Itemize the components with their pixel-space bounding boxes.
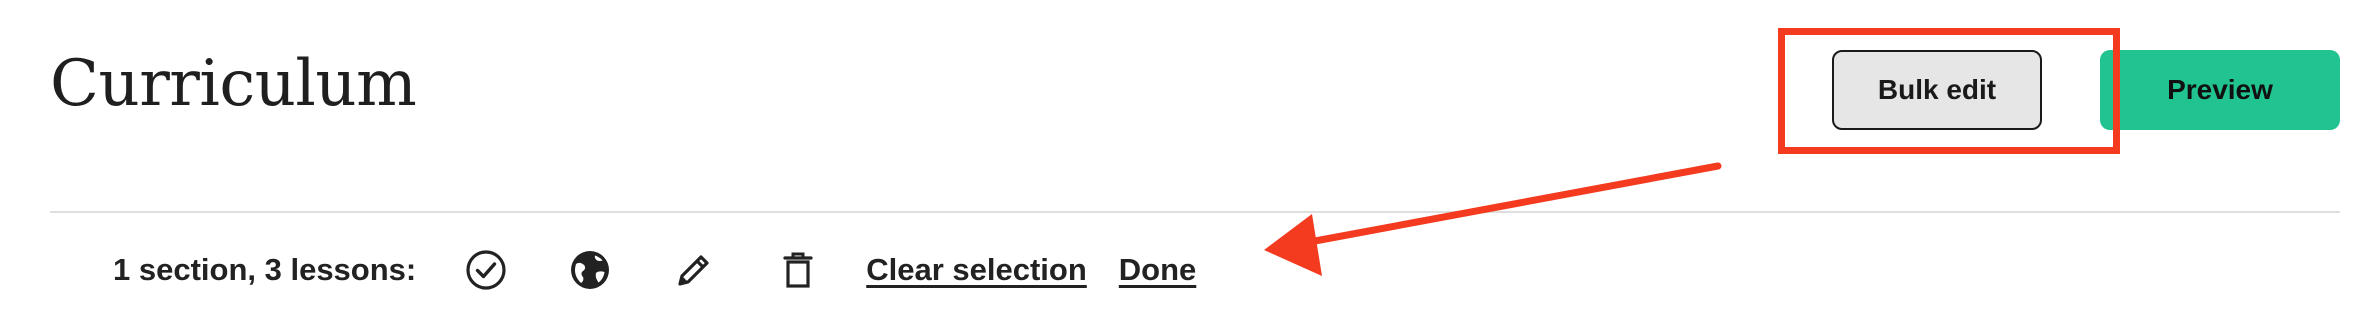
pencil-icon[interactable]: [666, 242, 722, 298]
done-link[interactable]: Done: [1119, 252, 1197, 288]
preview-button[interactable]: Preview: [2100, 50, 2340, 130]
bulk-edit-button[interactable]: Bulk edit: [1832, 50, 2042, 130]
selection-count: 1 section, 3 lessons:: [113, 252, 417, 287]
check-circle-icon[interactable]: [458, 242, 514, 298]
divider: [50, 211, 2340, 213]
globe-icon[interactable]: [562, 242, 618, 298]
bulk-edit-toolbar: 1 section, 3 lessons: Clear selection Do…: [113, 242, 1228, 298]
page-title: Curriculum: [50, 47, 417, 121]
clear-selection-link[interactable]: Clear selection: [866, 252, 1087, 288]
trash-icon[interactable]: [770, 242, 826, 298]
